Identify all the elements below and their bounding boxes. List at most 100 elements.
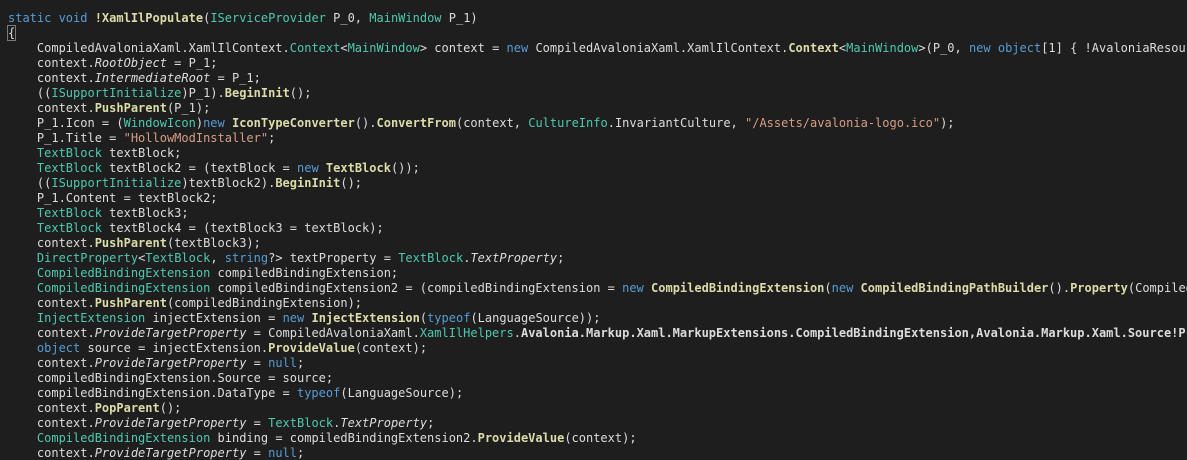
- keyword-token: new: [282, 311, 312, 325]
- code-editor[interactable]: static void !XamlIlPopulate (IServiceProv…: [0, 0, 1187, 460]
- property-token: TextProperty: [470, 251, 558, 265]
- identifier-token: CompiledAvaloniaXaml.XamlIlContext.: [8, 41, 290, 55]
- keyword-token: object: [36, 341, 81, 355]
- identifier-token: context.: [8, 296, 95, 310]
- code-line[interactable]: context.PushParent(textBlock3);: [8, 236, 1187, 251]
- code-line[interactable]: context.RootObject = P_1;: [8, 56, 1187, 71]
- code-line[interactable]: TextBlock textBlock4 = (textBlock3 = tex…: [8, 221, 1187, 236]
- type-token: TextBlock: [36, 146, 102, 160]
- method-token: BeginInit: [275, 176, 341, 190]
- identifier-token: context.: [8, 56, 95, 70]
- code-line[interactable]: ((ISupportInitialize)textBlock2).BeginIn…: [8, 176, 1187, 191]
- code-lines[interactable]: static void !XamlIlPopulate (IServiceProv…: [6, 11, 1187, 460]
- method-token: ProvideValue: [477, 431, 565, 445]
- string-token: "HollowModInstaller": [123, 131, 269, 145]
- keyword-token: new: [297, 161, 326, 175]
- keyword-token: null: [268, 356, 298, 370]
- code-line[interactable]: compiledBindingExtension.Source = source…: [8, 371, 1187, 386]
- identifier-token: (CompiledAvalo: [1127, 281, 1187, 295]
- property-token: TextProperty: [340, 416, 428, 430]
- identifier-token: [8, 206, 37, 220]
- code-line[interactable]: DirectProperty<TextBlock, string?> textP…: [8, 251, 1187, 266]
- identifier-token: Avalonia.Markup.Xaml.MarkupExtensions.Co…: [520, 326, 1187, 340]
- identifier-token: [8, 221, 37, 235]
- code-line[interactable]: context.PushParent(P_1);: [8, 101, 1187, 116]
- keyword-token: null: [268, 446, 298, 460]
- identifier-token: (context);: [564, 431, 637, 445]
- code-line[interactable]: InjectExtension injectExtension = new In…: [8, 311, 1187, 326]
- identifier-token: [1] { !AvaloniaResources.: [1041, 41, 1187, 55]
- keyword-token: new object: [968, 41, 1042, 55]
- type-token: XamlIlHelpers: [419, 326, 514, 340]
- identifier-token: = P_1;: [210, 71, 261, 85]
- type-token: ISupportInitialize: [51, 176, 182, 190]
- type-token: TextBlock: [268, 416, 334, 430]
- identifier-token: [8, 146, 37, 160]
- identifier-token: ;: [557, 251, 565, 265]
- identifier-token: context.: [8, 326, 95, 340]
- type-token: TextBlock: [398, 251, 464, 265]
- code-line[interactable]: static void !XamlIlPopulate(IServiceProv…: [8, 11, 1187, 26]
- method-token: PopParent: [94, 401, 160, 415]
- type-token: MainWindow: [369, 11, 442, 25]
- code-line[interactable]: CompiledBindingExtension compiledBinding…: [8, 266, 1187, 281]
- identifier-token: (textBlock3);: [166, 236, 261, 250]
- method-token: PushParent: [94, 296, 167, 310]
- identifier-token: [8, 311, 37, 325]
- code-line[interactable]: context.ProvideTargetProperty = TextBloc…: [8, 416, 1187, 431]
- identifier-token: ;: [268, 131, 276, 145]
- property-token: RootObject: [94, 56, 167, 70]
- identifier-token: ();: [340, 176, 363, 190]
- type-token: MainWindow: [846, 41, 919, 55]
- identifier-token: [8, 341, 37, 355]
- identifier-token: (P_1);: [166, 101, 211, 115]
- code-line[interactable]: TextBlock textBlock2 = (textBlock = new …: [8, 161, 1187, 176]
- identifier-token: );: [940, 116, 955, 130]
- code-line[interactable]: context.ProvideTargetProperty = null;: [8, 356, 1187, 371]
- code-line[interactable]: P_1.Icon = (WindowIcon)new IconTypeConve…: [8, 116, 1187, 131]
- code-line[interactable]: context.ProvideTargetProperty = null;: [8, 446, 1187, 460]
- identifier-token: source = injectExtension.: [80, 341, 269, 355]
- identifier-token: =: [246, 446, 269, 460]
- identifier-token: P_1.Title =: [8, 131, 124, 145]
- identifier-token: context.: [8, 236, 95, 250]
- identifier-token: [8, 251, 37, 265]
- identifier-token: context.: [8, 71, 95, 85]
- identifier-token: P_1): [441, 11, 478, 25]
- property-token: ProvideTargetProperty: [94, 356, 247, 370]
- identifier-token: )textBlock2).: [181, 176, 276, 190]
- code-line[interactable]: ((ISupportInitialize)P_1).BeginInit();: [8, 86, 1187, 101]
- code-line[interactable]: CompiledBindingExtension binding = compi…: [8, 431, 1187, 446]
- code-line[interactable]: TextBlock textBlock3;: [8, 206, 1187, 221]
- code-line[interactable]: TextBlock textBlock;: [8, 146, 1187, 161]
- identifier-token: =: [246, 416, 269, 430]
- identifier-token: compiledBindingExtension;: [210, 266, 399, 280]
- identifier-token: context.: [8, 401, 95, 415]
- identifier-token: >(P_0,: [918, 41, 969, 55]
- identifier-token: )P_1).: [181, 86, 225, 100]
- type-token: TextBlock: [145, 251, 211, 265]
- code-line[interactable]: context.IntermediateRoot = P_1;: [8, 71, 1187, 86]
- method-token: ProvideValue: [268, 341, 355, 355]
- identifier-token: ?> textProperty =: [268, 251, 399, 265]
- code-line[interactable]: {: [6, 25, 1187, 41]
- identifier-token: [8, 281, 37, 295]
- identifier-token: (LanguageSource);: [340, 386, 464, 400]
- identifier-token: (compiledBindingExtension);: [166, 296, 363, 310]
- type-token: CultureInfo: [528, 116, 608, 130]
- code-line[interactable]: P_1.Content = textBlock2;: [8, 191, 1187, 206]
- identifier-token: ;: [427, 416, 435, 430]
- keyword-token: typeof: [427, 311, 471, 325]
- method-token: TextBlock: [325, 161, 391, 175]
- code-line[interactable]: object source = injectExtension.ProvideV…: [8, 341, 1187, 356]
- method-token: CompiledBindingExtension: [651, 281, 825, 295]
- code-line[interactable]: P_1.Title = "HollowModInstaller";: [8, 131, 1187, 146]
- code-line[interactable]: context.PopParent();: [8, 401, 1187, 416]
- code-line[interactable]: CompiledAvaloniaXaml.XamlIlContext.Conte…: [8, 41, 1187, 56]
- type-token: InjectExtension: [36, 311, 146, 325]
- code-line[interactable]: CompiledBindingExtension compiledBinding…: [8, 281, 1187, 296]
- keyword-token: string: [224, 251, 269, 265]
- code-line[interactable]: context.ProvideTargetProperty = Compiled…: [8, 326, 1187, 341]
- code-line[interactable]: context.PushParent(compiledBindingExtens…: [8, 296, 1187, 311]
- code-line[interactable]: compiledBindingExtension.DataType = type…: [8, 386, 1187, 401]
